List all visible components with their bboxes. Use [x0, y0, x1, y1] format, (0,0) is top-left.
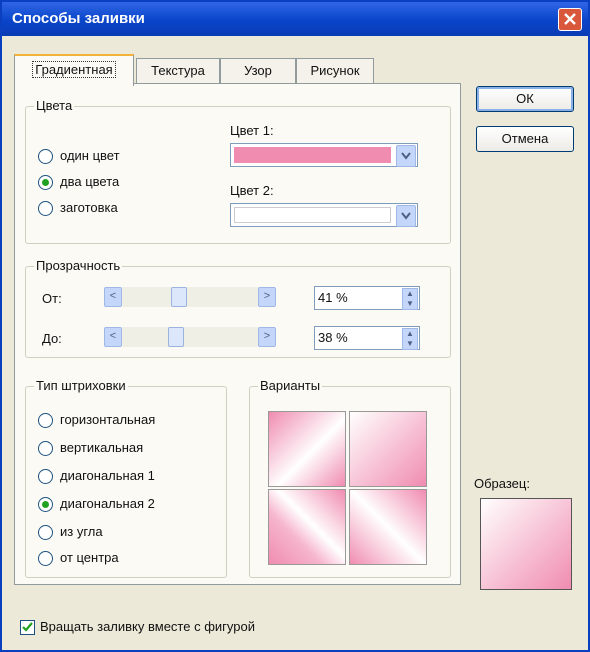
radio-two-colors-label: два цвета	[60, 174, 120, 189]
from-slider-right-button[interactable]: >	[258, 287, 276, 307]
color1-swatch	[234, 147, 391, 163]
to-value: 38 %	[318, 330, 348, 345]
to-label: До:	[42, 331, 62, 346]
tab-gradient[interactable]: Градиентная	[14, 54, 134, 86]
checkmark-icon	[22, 622, 33, 632]
variant-3[interactable]	[268, 489, 346, 565]
color2-picker[interactable]	[230, 203, 418, 227]
transparency-legend: Прозрачность	[34, 258, 123, 273]
radio-horizontal[interactable]	[38, 413, 53, 428]
rotate-with-shape-checkbox[interactable]	[20, 620, 35, 635]
tab-texture[interactable]: Текстура	[136, 58, 220, 83]
to-slider-track[interactable]	[122, 327, 258, 347]
to-slider-thumb[interactable]	[167, 327, 184, 347]
radio-one-color[interactable]	[38, 149, 53, 164]
to-slider-left-button[interactable]: <	[104, 327, 122, 347]
tab-picture-label: Рисунок	[310, 63, 360, 78]
radio-preset-label: заготовка	[60, 200, 118, 215]
radio-vertical-label: вертикальная	[60, 440, 144, 455]
shading-group: Тип штриховки горизонтальная вертикальна…	[25, 378, 227, 578]
color2-swatch	[234, 207, 391, 223]
tab-gradient-label: Градиентная	[32, 61, 116, 78]
title-bar[interactable]: Способы заливки	[2, 2, 588, 36]
radio-two-colors[interactable]	[38, 175, 53, 190]
radio-vertical[interactable]	[38, 441, 53, 456]
sample-preview	[480, 498, 572, 590]
variants-group: Варианты	[249, 378, 451, 578]
variants-legend: Варианты	[258, 378, 323, 393]
radio-one-color-label: один цвет	[60, 148, 120, 163]
from-slider-track[interactable]	[122, 287, 258, 307]
fill-effects-dialog: Способы заливки Градиентная Текстура Узо…	[0, 0, 590, 652]
to-value-spinner[interactable]: 38 % ▲ ▼	[314, 326, 420, 350]
radio-preset[interactable]	[38, 201, 53, 216]
ok-button[interactable]: ОК	[476, 86, 574, 112]
tab-pattern[interactable]: Узор	[220, 58, 296, 83]
radio-diagonal-2-label: диагональная 2	[60, 496, 155, 511]
chevron-down-icon	[401, 212, 411, 220]
from-spinner-buttons[interactable]: ▲ ▼	[402, 288, 418, 310]
radio-from-center[interactable]	[38, 551, 53, 566]
tab-texture-label: Текстура	[151, 63, 205, 78]
to-slider-right-button[interactable]: >	[258, 327, 276, 347]
from-label: От:	[42, 291, 62, 306]
radio-from-corner[interactable]	[38, 525, 53, 540]
from-value: 41 %	[318, 290, 348, 305]
radio-horizontal-label: горизонтальная	[60, 412, 156, 427]
from-slider-left-button[interactable]: <	[104, 287, 122, 307]
radio-from-corner-label: из угла	[60, 524, 103, 539]
shading-legend: Тип штриховки	[34, 378, 128, 393]
color1-label: Цвет 1:	[230, 123, 274, 138]
variant-1[interactable]	[268, 411, 346, 487]
from-slider-thumb[interactable]	[171, 287, 188, 307]
radio-diagonal-1-label: диагональная 1	[60, 468, 155, 483]
color1-dropdown-button[interactable]	[396, 145, 416, 167]
to-spinner-buttons[interactable]: ▲ ▼	[402, 328, 418, 350]
colors-group: Цвета один цвет два цвета заготовка Цвет…	[25, 98, 451, 244]
window-title: Способы заливки	[12, 10, 145, 27]
color1-picker[interactable]	[230, 143, 418, 167]
radio-diagonal-1[interactable]	[38, 469, 53, 484]
close-button[interactable]	[558, 8, 582, 31]
colors-legend: Цвета	[34, 98, 75, 113]
color2-label: Цвет 2:	[230, 183, 274, 198]
cancel-button[interactable]: Отмена	[476, 126, 574, 152]
radio-diagonal-2[interactable]	[38, 497, 53, 512]
tab-picture[interactable]: Рисунок	[296, 58, 374, 83]
transparency-group: Прозрачность От: < > 41 % ▲ ▼ До: < > 38 …	[25, 258, 451, 358]
radio-from-center-label: от центра	[60, 550, 119, 565]
chevron-down-icon	[401, 152, 411, 160]
variant-4[interactable]	[349, 489, 427, 565]
tab-pattern-label: Узор	[244, 63, 272, 78]
tab-panel-gradient: Цвета один цвет два цвета заготовка Цвет…	[14, 83, 461, 585]
sample-label: Образец:	[474, 476, 530, 491]
variant-2[interactable]	[349, 411, 427, 487]
color2-dropdown-button[interactable]	[396, 205, 416, 227]
close-icon	[564, 13, 576, 25]
from-value-spinner[interactable]: 41 % ▲ ▼	[314, 286, 420, 310]
rotate-with-shape-label: Вращать заливку вместе с фигурой	[40, 619, 255, 634]
